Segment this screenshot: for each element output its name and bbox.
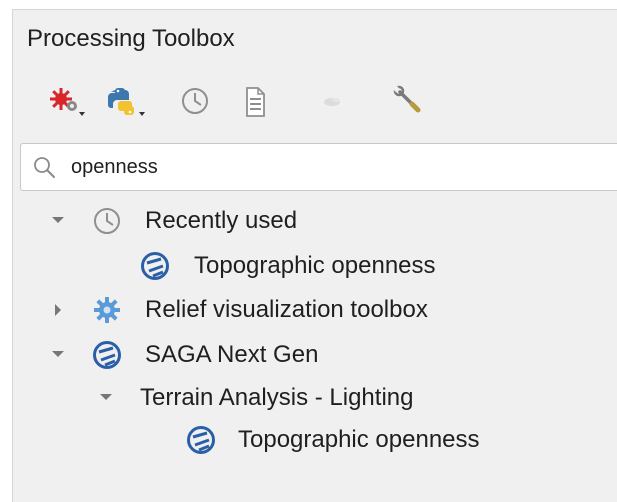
tree-item-label: Terrain Analysis - Lighting [140,384,414,411]
tree-item-recent-topographic-openness[interactable]: Topographic openness [0,246,617,286]
results-viewer-button[interactable] [233,84,277,120]
edit-features-icon [324,98,340,106]
tree-item-terrain-analysis-lighting[interactable]: Terrain Analysis - Lighting [0,378,617,418]
python-button[interactable] [106,84,150,120]
search-input[interactable] [71,150,601,184]
tree-item-recently-used[interactable]: Recently used [0,201,617,241]
saga-icon [187,426,215,454]
tree-item-saga-topographic-openness[interactable]: Topographic openness [0,420,617,460]
history-icon [94,208,120,234]
models-button[interactable] [46,84,90,120]
tree-item-label: Recently used [145,207,298,234]
tree-item-label: Topographic openness [194,252,436,279]
panel-title: Processing Toolbox [27,25,235,52]
tree-item-relief-visualization-toolbox[interactable]: Relief visualization toolbox [0,290,617,330]
tree-item-label: SAGA Next Gen [145,341,319,368]
models-icon [50,88,85,116]
history-button[interactable] [175,84,219,120]
results-viewer-icon [246,87,265,117]
expand-arrow-down-icon[interactable] [52,216,64,226]
expand-arrow-down-icon[interactable] [100,393,112,403]
history-icon [182,88,208,114]
options-wrench-icon [391,84,421,113]
saga-icon [93,341,121,369]
search-box[interactable] [20,143,617,191]
tree-item-saga-next-gen[interactable]: SAGA Next Gen [0,335,617,375]
tree-item-label: Topographic openness [238,426,480,453]
edit-features-button[interactable] [312,84,356,120]
python-icon [108,88,145,116]
tree-item-label: Relief visualization toolbox [145,296,428,323]
options-button[interactable] [388,84,432,120]
expand-arrow-down-icon[interactable] [52,350,64,360]
expand-arrow-right-icon[interactable] [54,303,62,317]
saga-icon [141,252,169,280]
search-icon [34,157,55,178]
plugin-gear-icon [94,297,120,323]
